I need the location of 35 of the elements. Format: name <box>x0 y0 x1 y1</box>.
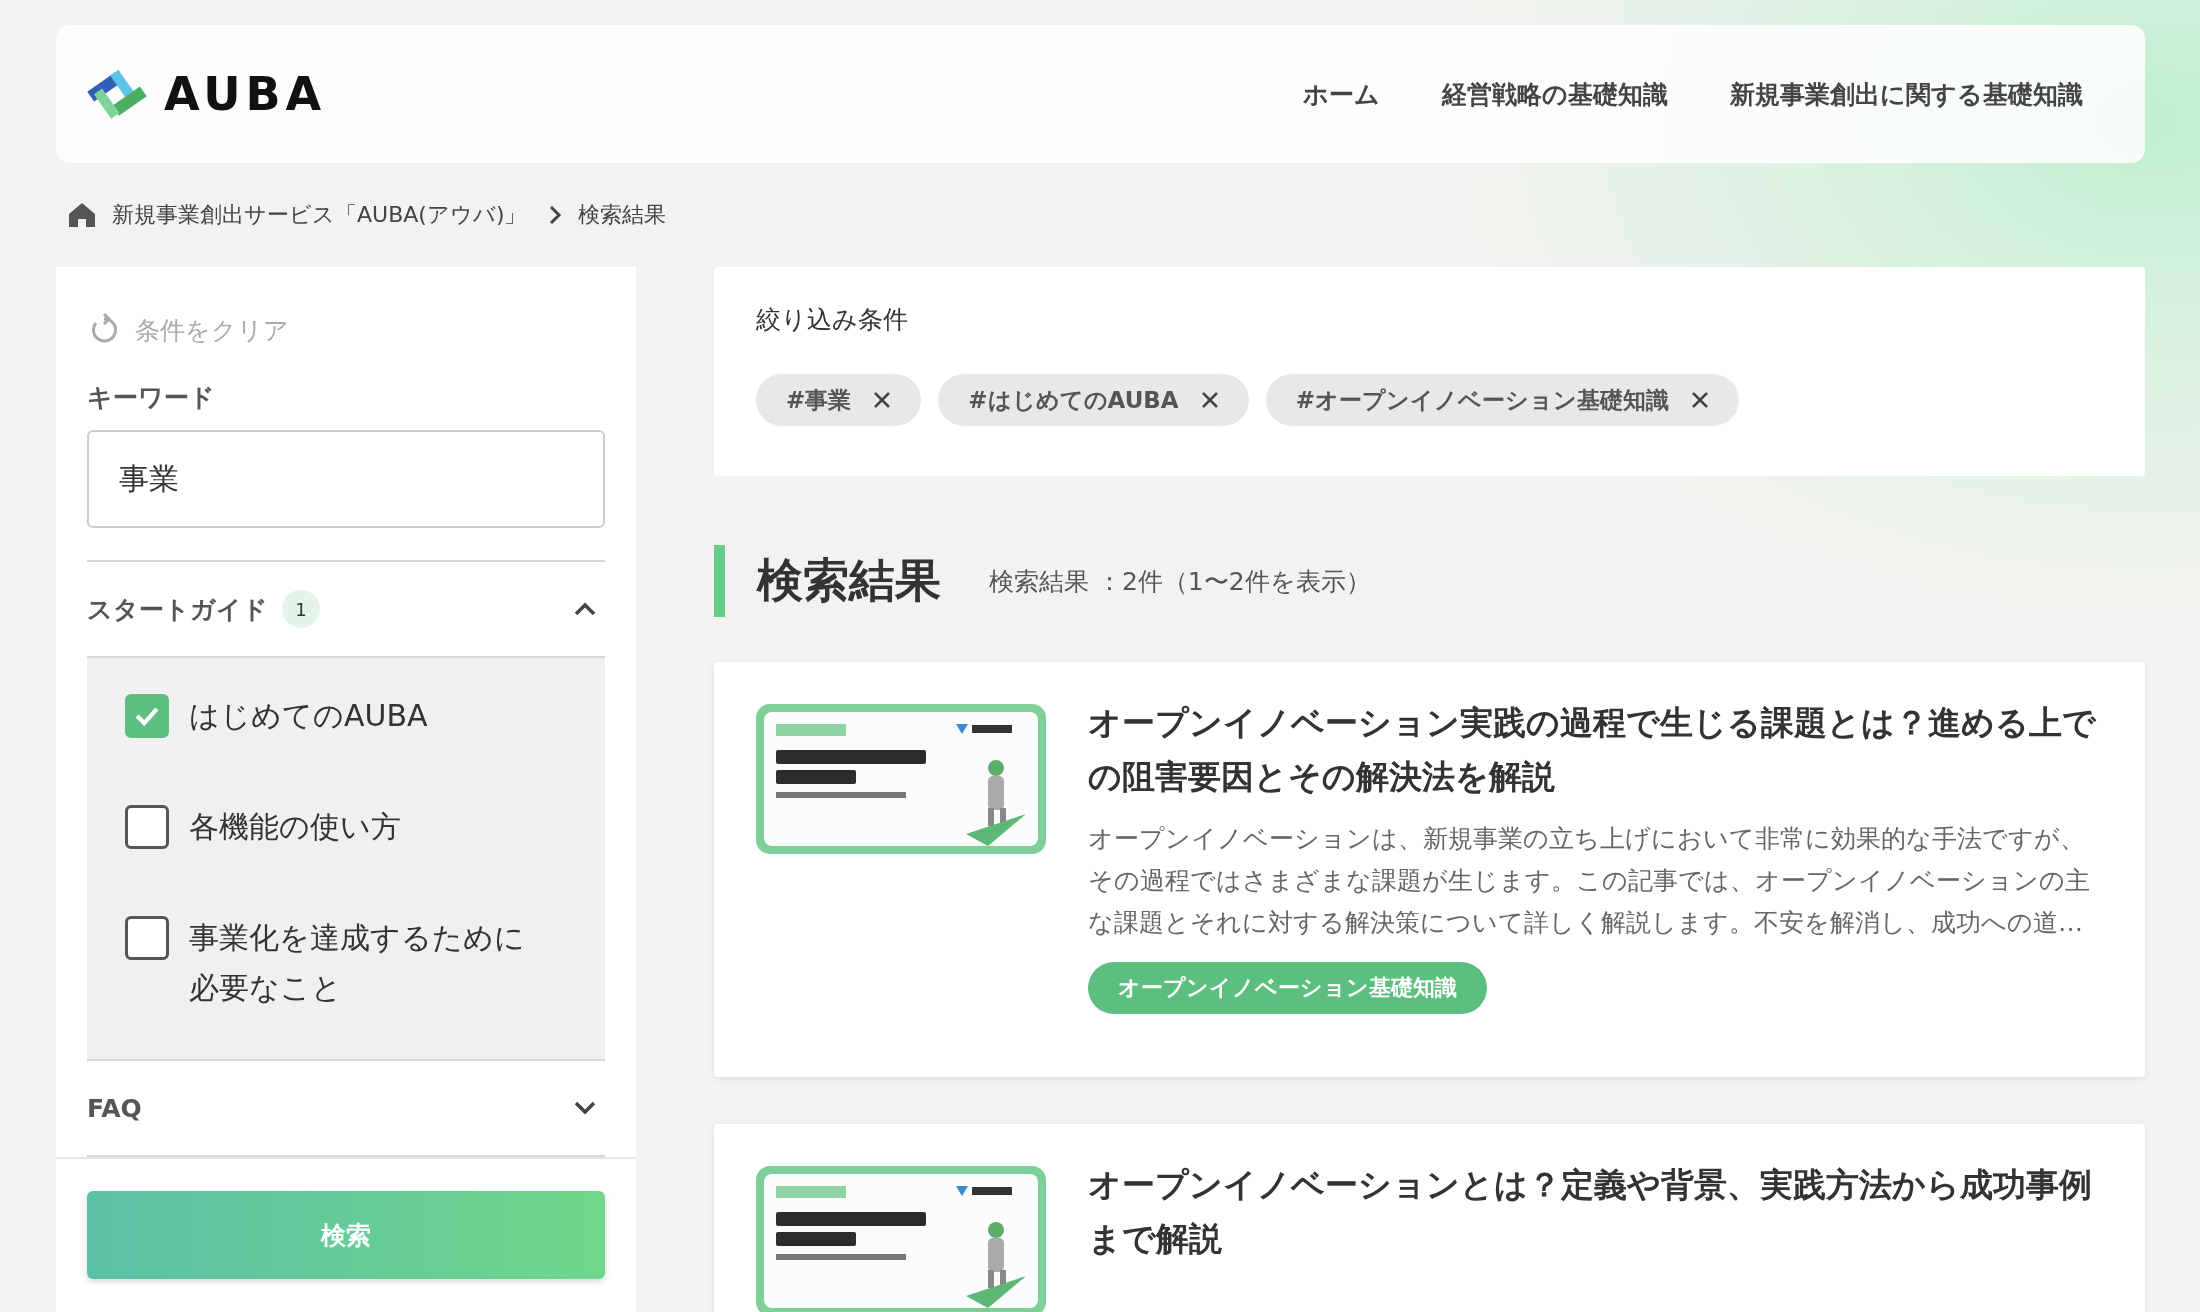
article-card[interactable]: オープンイノベーションとは？定義や背景、実践方法から成功事例まで解説 <box>714 1124 2145 1312</box>
filter-tag[interactable]: #事業 <box>756 374 922 426</box>
section-title[interactable]: FAQ <box>87 1093 142 1123</box>
breadcrumb-link[interactable]: 新規事業創出サービス「AUBA(アウバ)」 <box>112 200 527 230</box>
nav-link[interactable]: 新規事業創出に関する基礎知識 <box>1730 77 2083 111</box>
keyword-field[interactable]: 事業 <box>87 430 605 528</box>
chevron-up-icon[interactable] <box>573 601 597 617</box>
article-title[interactable]: オープンイノベーション実践の過程で生じる課題とは？進める上での阻害要因とその解決法を解説 <box>1088 696 2103 804</box>
close-icon[interactable] <box>873 391 892 409</box>
home-icon[interactable] <box>68 202 96 228</box>
chevron-down-icon[interactable] <box>573 1100 597 1116</box>
article-title[interactable]: オープンイノベーションとは？定義や背景、実践方法から成功事例まで解説 <box>1088 1158 2103 1266</box>
checkbox[interactable] <box>125 805 169 849</box>
option-label: 事業化を達成するために必要なこと <box>189 919 526 1007</box>
filter-tag[interactable]: #オープンイノベーション基礎知識 <box>1265 374 1739 426</box>
chevron-right-icon <box>548 205 563 225</box>
accent-bar <box>714 545 725 617</box>
close-icon[interactable] <box>1200 391 1219 409</box>
nav-link[interactable]: 経営戦略の基礎知識 <box>1442 77 1668 111</box>
checkbox[interactable] <box>125 916 169 960</box>
checkbox[interactable] <box>125 694 169 738</box>
results-summary: 検索結果 ：2件（1〜2件を表示） <box>989 565 1371 598</box>
logo-text[interactable]: AUBA <box>164 67 327 121</box>
filter-title: 絞り込み条件 <box>756 304 909 336</box>
results-heading: 検索結果 <box>757 552 941 609</box>
article-card[interactable]: オープンイノベーション実践の過程で生じる課題とは？進める上での阻害要因とその解決法を解説 オープンイノベーションは、新規事業の立ち上げにおいて非常に効果的な手法ですが、その過程ではさまざまな課題が生じます。この記事では、オープンイノベーションの主な課題とそれに対する解決策について詳しく解説します。不安を解消し、成功への道… オープンイノベーション基礎知識 <box>714 662 2145 1077</box>
option-label: 各機能の使い方 <box>189 808 402 846</box>
filter-tag[interactable]: #はじめてのAUBA <box>938 374 1249 426</box>
nav-link[interactable]: ホーム <box>1303 77 1380 111</box>
option-label: はじめてのAUBA <box>189 697 429 735</box>
section-title[interactable]: スタートガイド <box>87 592 268 626</box>
close-icon[interactable] <box>1690 391 1709 409</box>
keyword-label: キーワード <box>87 382 216 414</box>
article-description: オープンイノベーションは、新規事業の立ち上げにおいて非常に効果的な手法ですが、その過程ではさまざまな課題が生じます。この記事では、オープンイノベーションの主な課題とそれに対する解決策について詳しく解説します。不安を解消し、成功への道… <box>1088 823 2091 939</box>
count-badge: 1 <box>282 590 320 628</box>
